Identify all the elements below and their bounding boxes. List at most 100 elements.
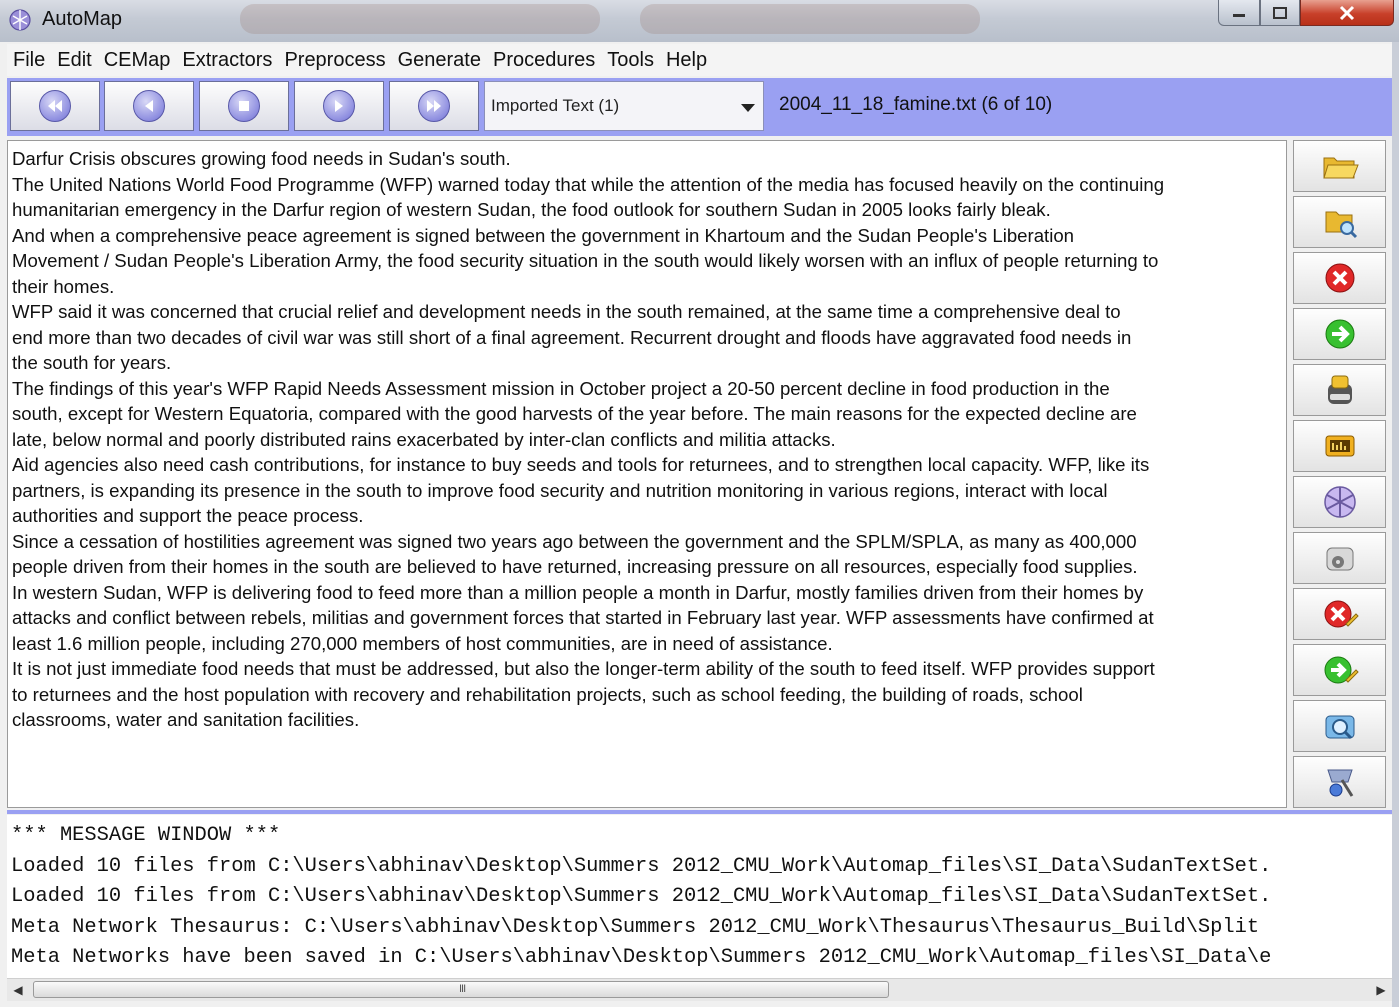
save-button[interactable] xyxy=(1293,364,1386,416)
previous-button[interactable] xyxy=(104,81,194,131)
menu-preprocess[interactable]: Preprocess xyxy=(278,44,391,76)
search-folder-button[interactable] xyxy=(1293,196,1386,248)
document-line: their homes. xyxy=(12,275,115,297)
image-search-button[interactable] xyxy=(1293,700,1386,752)
scroll-left-button[interactable]: ◀ xyxy=(7,979,29,1001)
window-frame xyxy=(1392,42,1399,1007)
title-bar: AutoMap xyxy=(0,0,1399,42)
maximize-icon xyxy=(1273,6,1287,19)
document-line: In western Sudan, WFP is delivering food… xyxy=(12,581,1144,603)
window-title: AutoMap xyxy=(42,8,123,30)
document-line: end more than two decades of civil war w… xyxy=(12,326,1132,348)
document-line: Aid agencies also need cash contribution… xyxy=(12,454,1150,475)
document-line: The findings of this year's WFP Rapid Ne… xyxy=(12,377,1110,399)
scrollbar-grip: III xyxy=(459,983,466,995)
toolbar: Imported Text (1) 2004_11_18_famine.txt … xyxy=(7,78,1392,136)
message-line: Loaded 10 files from C:\Users\abhinav\De… xyxy=(11,885,1272,908)
app-logo-icon xyxy=(9,9,31,31)
next-icon xyxy=(335,100,343,112)
document-line: authorities and support the peace proces… xyxy=(12,505,364,526)
chevron-down-icon[interactable] xyxy=(741,104,755,112)
menu-bar: File Edit CEMap Extractors Preprocess Generat… xyxy=(7,44,1392,76)
close-icon xyxy=(1339,5,1355,20)
first-icon xyxy=(48,100,62,112)
message-window: *** MESSAGE WINDOW *** Loaded 10 files fr… xyxy=(7,815,1392,978)
document-line: Since a cessation of hostilities agreeme… xyxy=(12,530,1137,552)
document-line: WFP said it was concerned that crucial r… xyxy=(12,301,1121,322)
document-line: attacks and conflict between rebels, mil… xyxy=(12,607,1154,628)
action-sidebar xyxy=(1293,140,1386,808)
display-button[interactable] xyxy=(1293,420,1386,472)
previous-icon xyxy=(145,100,153,112)
close-button[interactable] xyxy=(1300,0,1394,26)
document-line: least 1.6 million people, including 270,… xyxy=(12,632,833,654)
title-bar-blur xyxy=(240,4,600,34)
menu-extractors[interactable]: Extractors xyxy=(176,44,278,76)
image-search-icon xyxy=(1325,715,1354,740)
forward-icon xyxy=(1325,319,1354,349)
message-line: Meta Network Thesaurus: C:\Users\abhinav… xyxy=(11,915,1260,939)
delete-button[interactable] xyxy=(1293,252,1386,304)
message-line: Meta Networks have been saved in C:\User… xyxy=(11,946,1272,969)
save-icon xyxy=(1327,375,1352,404)
last-icon xyxy=(427,100,441,112)
search-folder-icon xyxy=(1325,211,1357,239)
document-line: people driven from their homes in the so… xyxy=(12,556,1138,577)
chevron-left-icon: ◀ xyxy=(13,983,23,997)
edit-delete-icon xyxy=(1324,600,1359,628)
display-icon xyxy=(1325,435,1354,457)
tools-icon xyxy=(1326,769,1353,797)
minimize-button[interactable] xyxy=(1218,0,1260,26)
document-line: partners, is expanding its presence in t… xyxy=(12,479,1108,501)
menu-cemap[interactable]: CEMap xyxy=(98,44,177,76)
document-line: And when a comprehensive peace agreement… xyxy=(12,224,1075,246)
scrollbar-thumb[interactable]: III xyxy=(33,981,889,998)
menu-procedures[interactable]: Procedures xyxy=(487,44,601,76)
title-bar-blur xyxy=(640,4,980,34)
message-window-header: *** MESSAGE WINDOW *** xyxy=(11,824,281,847)
menu-tools[interactable]: Tools xyxy=(601,44,660,76)
network-button[interactable] xyxy=(1293,476,1386,528)
document-line: Darfur Crisis obscures growing food need… xyxy=(12,148,511,169)
document-line: the south for years. xyxy=(12,352,172,373)
edit-delete-button[interactable] xyxy=(1293,588,1386,640)
last-button[interactable] xyxy=(389,81,479,131)
document-text-area[interactable]: Darfur Crisis obscures growing food need… xyxy=(7,140,1287,808)
message-line: Loaded 10 files from C:\Users\abhinav\De… xyxy=(11,854,1272,878)
stop-icon xyxy=(239,101,249,111)
document-line: Movement / Sudan People's Liberation Arm… xyxy=(12,250,1159,271)
pane-divider[interactable] xyxy=(7,810,1392,814)
document-line: classrooms, water and sanitation facilit… xyxy=(12,709,360,730)
document-line: It is not just immediate food needs that… xyxy=(12,658,1155,679)
edit-forward-button[interactable] xyxy=(1293,644,1386,696)
next-button[interactable] xyxy=(294,81,384,131)
open-folder-button[interactable] xyxy=(1293,140,1386,192)
menu-file[interactable]: File xyxy=(7,44,51,76)
edit-forward-icon xyxy=(1324,656,1359,684)
document-line: to returnees and the host population wit… xyxy=(12,683,1083,705)
minimize-icon xyxy=(1233,13,1245,17)
document-line: late, below normal and poorly distribute… xyxy=(12,428,836,450)
tools-button[interactable] xyxy=(1293,756,1386,808)
chevron-right-icon: ▶ xyxy=(1376,983,1386,997)
stop-button[interactable] xyxy=(199,81,289,131)
document-line: humanitarian emergency in the Darfur reg… xyxy=(12,199,1051,220)
document-line: The United Nations World Food Programme … xyxy=(12,173,1165,195)
file-status: 2004_11_18_famine.txt (6 of 10) xyxy=(779,94,1053,115)
document-line: south, except for Western Equatoria, com… xyxy=(12,403,1137,424)
delete-icon xyxy=(1325,263,1354,293)
open-folder-icon xyxy=(1322,157,1359,179)
view-select-value: Imported Text (1) xyxy=(491,96,620,115)
menu-generate[interactable]: Generate xyxy=(392,44,487,76)
settings-disk-icon xyxy=(1326,547,1353,571)
scroll-right-button[interactable]: ▶ xyxy=(1370,979,1392,1001)
horizontal-scrollbar[interactable]: ◀ III ▶ xyxy=(7,978,1392,1001)
forward-button[interactable] xyxy=(1293,308,1386,360)
menu-edit[interactable]: Edit xyxy=(51,44,97,76)
settings-disk-button[interactable] xyxy=(1293,532,1386,584)
network-icon xyxy=(1323,486,1356,518)
menu-help[interactable]: Help xyxy=(660,44,713,76)
first-button[interactable] xyxy=(10,81,100,131)
view-select[interactable]: Imported Text (1) xyxy=(484,81,764,131)
maximize-button[interactable] xyxy=(1260,0,1300,26)
